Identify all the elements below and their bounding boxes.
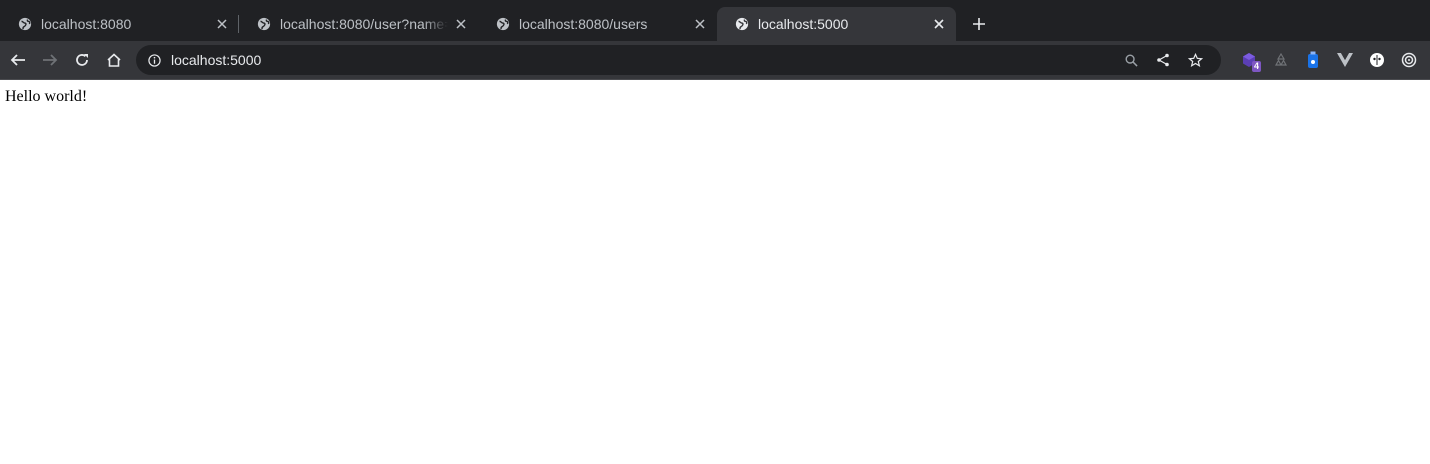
arrow-right-icon [43, 54, 58, 66]
toolbar: localhost:5000 4 [0, 41, 1430, 80]
reload-button[interactable] [66, 44, 98, 76]
share-button[interactable] [1147, 45, 1179, 75]
new-tab-button[interactable] [964, 9, 994, 39]
tab-localhost-8080[interactable]: localhost:8080 [0, 7, 239, 41]
tab-title: localhost:8080 [41, 16, 132, 32]
home-icon [107, 53, 121, 67]
extension-bottle-icon [1308, 51, 1318, 68]
tab-localhost-8080-user[interactable]: localhost:8080/user?name= [239, 7, 478, 41]
extension-badge: 4 [1251, 61, 1261, 72]
extension-button[interactable] [1329, 44, 1361, 76]
forward-button[interactable] [34, 44, 66, 76]
plus-icon [973, 18, 985, 30]
tab-strip: localhost:8080 localhost:8080/user?name=… [0, 0, 1430, 41]
home-button[interactable] [98, 44, 130, 76]
search-icon [1125, 54, 1138, 67]
extension-button[interactable] [1393, 44, 1425, 76]
extension-face-icon [1370, 53, 1384, 67]
extension-button[interactable]: 4 [1233, 44, 1265, 76]
tab-title: localhost:5000 [758, 16, 849, 32]
arrow-left-icon [10, 54, 25, 66]
recycle-icon [1274, 52, 1288, 66]
address-bar[interactable]: localhost:5000 [136, 45, 1221, 75]
globe-icon [257, 17, 271, 31]
close-icon[interactable] [215, 17, 229, 31]
page-content: Hello world! [0, 80, 1430, 114]
page-text: Hello world! [5, 88, 88, 105]
info-icon[interactable] [148, 53, 161, 67]
globe-icon [18, 17, 32, 31]
tab-title: localhost:8080/user?name= [280, 16, 448, 32]
star-icon [1187, 52, 1203, 67]
reload-icon [76, 54, 88, 66]
share-icon [1157, 53, 1169, 67]
close-icon[interactable] [454, 17, 468, 31]
extension-button[interactable] [1265, 44, 1297, 76]
target-icon [1401, 52, 1417, 68]
extension-button[interactable] [1297, 44, 1329, 76]
address-bar-url[interactable]: localhost:5000 [171, 52, 1115, 68]
globe-icon [496, 17, 510, 31]
bookmark-button[interactable] [1179, 45, 1211, 75]
tab-localhost-5000[interactable]: localhost:5000 [717, 7, 956, 41]
tab-title: localhost:8080/users [519, 16, 648, 32]
vue-icon [1337, 53, 1353, 67]
globe-icon [735, 17, 749, 31]
back-button[interactable] [2, 44, 34, 76]
close-icon[interactable] [693, 17, 707, 31]
close-icon[interactable] [932, 17, 946, 31]
zoom-search-button[interactable] [1115, 45, 1147, 75]
tab-localhost-8080-users[interactable]: localhost:8080/users [478, 7, 717, 41]
extension-button[interactable] [1361, 44, 1393, 76]
